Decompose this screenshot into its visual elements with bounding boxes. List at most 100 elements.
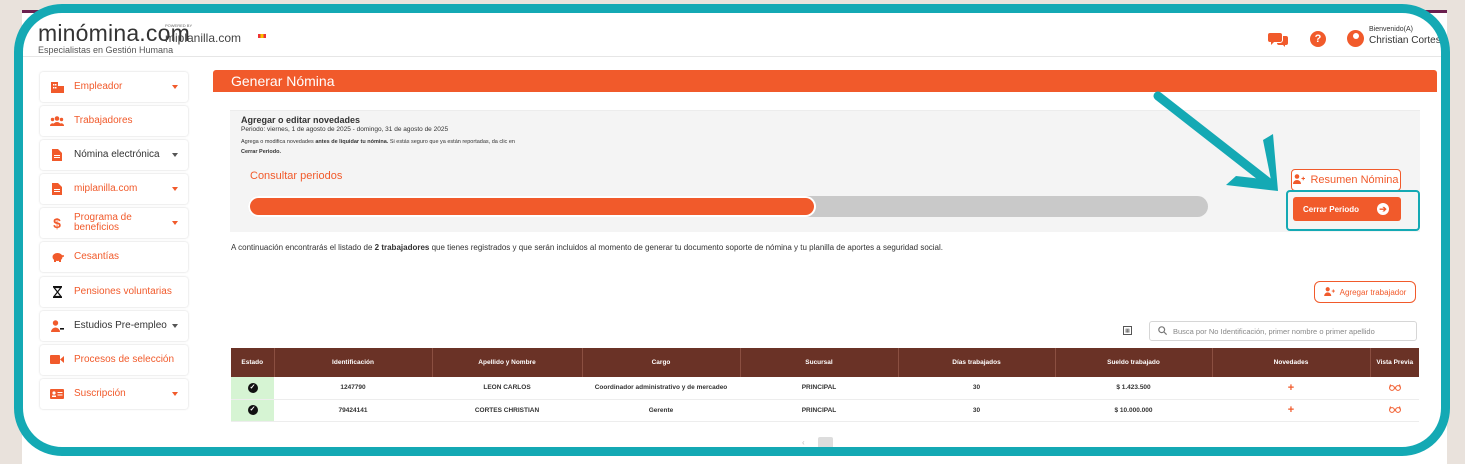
partner-logo: miplanilla.com [165,31,242,45]
period-text: Periodo: viernes, 1 de agosto de 2025 - … [241,126,449,133]
column-header[interactable]: Estado [231,348,275,377]
column-header[interactable]: Identificación [274,348,433,377]
user-plus-icon [1293,173,1306,187]
cell-cargo: Coordinador administrativo y de mercadeo [582,377,740,400]
table-row: ✓ 79424141 CORTES CHRISTIAN Gerente PRIN… [231,399,1419,422]
resumen-nomina-label: Resumen Nómina [1310,174,1399,186]
add-novedad-icon[interactable]: + [1288,404,1294,416]
building-icon [50,81,64,93]
flag-icon [258,34,266,38]
status-cell: ✓ [231,399,274,422]
document-icon [50,183,64,196]
sidebar-item-label: Cesantías [74,251,120,263]
sidebar-item-label: Estudios Pre-empleo [74,319,167,331]
sidebar-item-empleador[interactable]: Empleador [40,72,188,102]
agregar-trabajador-button[interactable]: Agregar trabajador [1314,281,1416,303]
search-input[interactable] [1173,326,1413,336]
column-header[interactable]: Días trabajados [898,348,1056,377]
sidebar-item-label: Trabajadores [74,115,133,127]
header-divider [22,56,1447,57]
sidebar-item-nomina-electronica[interactable]: Nómina electrónica [40,140,188,171]
sidebar-item-trabajadores[interactable]: Trabajadores [40,106,188,137]
user-avatar-icon[interactable] [1347,30,1364,47]
column-header[interactable]: Apellido y Nombre [432,348,583,377]
excel-export-icon[interactable]: ▦ [1123,326,1132,335]
column-header[interactable]: Sucursal [740,348,899,377]
welcome-label: Bienvenido(A) [1369,26,1413,33]
cell-sueldo: $ 1.423.500 [1055,377,1212,400]
sidebar-item-estudios-preempleo[interactable]: Estudios Pre-empleo [40,310,188,341]
column-header[interactable]: Cargo [582,348,741,377]
document-icon [50,149,64,162]
sidebar-item-label: Suscripción [74,387,126,399]
sidebar-item-cesantias[interactable]: Cesantías [40,242,188,273]
cell-nombre: LEON CARLOS [432,377,582,400]
top-border [22,10,1447,13]
id-card-icon [50,388,64,400]
chevron-down-icon [172,187,178,192]
add-novedad-icon[interactable]: + [1288,382,1294,394]
help-icon[interactable]: ? [1310,31,1326,47]
sidebar-item-label: Programa de beneficios [74,212,132,234]
cell-identificacion: 79424141 [274,399,432,422]
video-icon [50,354,64,366]
column-header[interactable]: Novedades [1212,348,1371,377]
hourglass-icon [50,285,64,298]
cell-sueldo: $ 10.000.000 [1055,399,1212,422]
chat-icon[interactable] [1268,30,1288,48]
cell-sucursal: PRINCIPAL [740,399,898,422]
preview-cell [1370,377,1419,400]
user-name[interactable]: Christian Cortes [1369,35,1441,46]
check-circle-icon: ✓ [247,405,258,415]
dollar-icon: $ [53,215,61,232]
chevron-down-icon [172,153,178,158]
chevron-down-icon [172,323,178,328]
sidebar-item-programa-beneficios[interactable]: $ Programa de beneficios [40,208,188,239]
chevron-down-icon [172,221,178,226]
period-progress-bar [248,196,1208,217]
sidebar: Empleador Trabajadores Nómina electrónic… [40,72,188,413]
sidebar-item-label: miplanilla.com [74,183,138,195]
consultar-periodos-link[interactable]: Consultar periodos [250,170,342,182]
sidebar-item-suscripcion[interactable]: Suscripción [40,378,188,409]
pagination-current[interactable] [818,437,833,449]
powered-by-label: POWERED BY [165,23,193,28]
preview-glasses-icon[interactable] [1388,405,1401,415]
piggy-bank-icon [50,251,64,263]
pager-prev-icon[interactable]: ‹ [802,438,805,447]
column-header[interactable]: Vista Previa [1370,348,1419,377]
novedades-cell: + [1212,399,1370,422]
sidebar-item-procesos-seleccion[interactable]: Procesos de selección [40,344,188,375]
user-plus-icon [1323,286,1335,298]
status-cell: ✓ [231,377,274,400]
novedades-title: Agregar o editar novedades [241,115,361,125]
cell-cargo: Gerente [582,399,740,422]
sidebar-item-label: Nómina electrónica [74,149,160,161]
preview-glasses-icon[interactable] [1388,383,1401,393]
cerrar-periodo-button[interactable]: Cerrar Periodo ➔ [1293,197,1401,221]
user-check-icon [50,319,64,332]
users-icon [50,115,64,127]
column-header[interactable]: Sueldo trabajado [1055,348,1213,377]
preview-cell [1370,399,1419,422]
agregar-trabajador-label: Agregar trabajador [1339,287,1407,297]
novedades-help-text: Agrega o modifica novedades antes de liq… [241,139,515,155]
sidebar-item-label: Pensiones voluntarias [74,285,172,297]
sidebar-item-label: Procesos de selección [74,353,175,365]
progress-fill [250,198,814,215]
resumen-nomina-button[interactable]: Resumen Nómina [1291,169,1401,191]
page-title: Generar Nómina [213,70,1437,92]
table-header-row: Estado Identificación Apellido y Nombre … [231,348,1419,377]
cell-dias: 30 [898,377,1055,400]
table-row: ✓ 1247790 LEON CARLOS Coordinador admini… [231,377,1419,400]
cell-nombre: CORTES CHRISTIAN [432,399,582,422]
logo-tagline: Especialistas en Gestión Humana [38,45,174,55]
workers-table: Estado Identificación Apellido y Nombre … [231,348,1419,422]
search-icon [1158,325,1168,337]
search-field[interactable] [1149,321,1417,341]
cell-sucursal: PRINCIPAL [740,377,898,400]
novedades-cell: + [1212,377,1370,400]
sidebar-item-miplanilla[interactable]: miplanilla.com [40,174,188,205]
sidebar-item-pensiones[interactable]: Pensiones voluntarias [40,276,188,307]
check-circle-icon: ✓ [247,382,258,393]
